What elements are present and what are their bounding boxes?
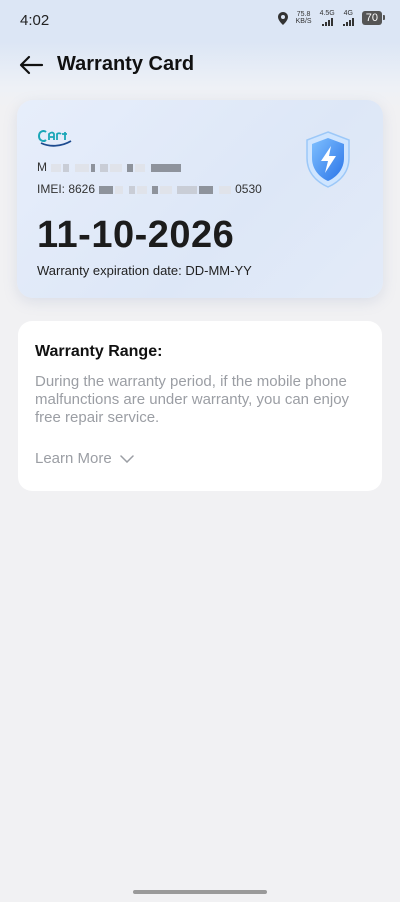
status-icons: 75.8 KB/S 4.5G 4G 70 [277, 10, 386, 26]
net-speed-value: 75.8 [296, 11, 311, 18]
expiry-label: Warranty expiration date: DD-MM-YY [37, 263, 252, 278]
imei-suffix: 0530 [235, 182, 262, 196]
signal-bars-icon [321, 18, 333, 26]
network-speed: 75.8 KB/S [296, 11, 312, 25]
learn-more-button[interactable]: Learn More [35, 450, 134, 467]
app-header: Warranty Card [0, 42, 400, 88]
care-logo [37, 126, 77, 148]
status-time: 4:02 [20, 12, 50, 29]
home-indicator[interactable] [133, 890, 267, 894]
signal-bars-icon [342, 18, 354, 26]
imei-prefix: IMEI: 8626 [37, 182, 96, 196]
battery-icon: 70 [361, 11, 386, 25]
status-bar: 4:02 75.8 KB/S 4.5G 4G 70 [0, 0, 400, 42]
page-title: Warranty Card [57, 53, 195, 75]
shield-lightning-icon [303, 130, 353, 190]
signal-sim1: 4.5G [320, 10, 335, 26]
back-button[interactable] [16, 50, 46, 80]
learn-more-label: Learn More [35, 450, 112, 467]
imei: IMEI: 8626 0530 [37, 182, 262, 196]
warranty-card: M IMEI: 8626 0530 11-10-2026 Warranty ex… [17, 100, 383, 298]
range-description: During the warranty period, if the mobil… [35, 373, 350, 426]
arrow-left-icon [19, 55, 44, 75]
net-speed-unit: KB/S [295, 18, 312, 25]
warranty-range-card: Warranty Range: During the warranty peri… [18, 321, 382, 491]
sim1-label: 4.5G [319, 10, 335, 17]
model-prefix: M [37, 160, 47, 174]
location-icon [277, 11, 288, 25]
signal-sim2: 4G [342, 10, 354, 26]
sim2-label: 4G [343, 10, 353, 17]
range-title: Warranty Range: [35, 343, 163, 360]
expiry-date: 11-10-2026 [37, 214, 235, 256]
chevron-down-icon [119, 454, 134, 463]
device-model: M [37, 160, 182, 174]
